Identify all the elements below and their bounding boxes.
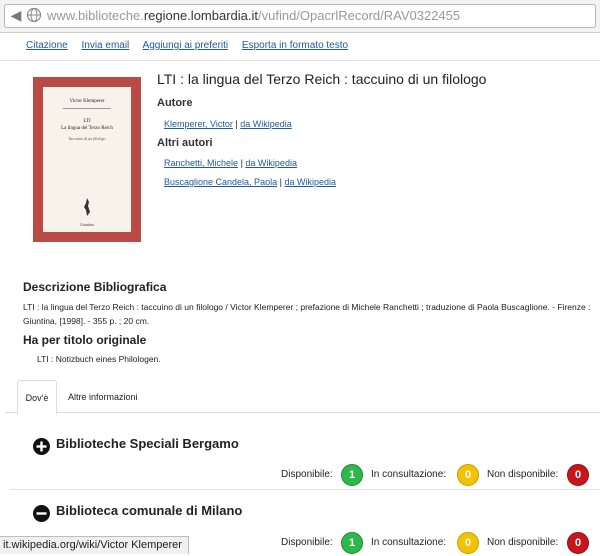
other-author-wikipedia-link[interactable]: da Wikipedia — [284, 177, 336, 187]
unavailable-label: Non disponibile: — [487, 537, 559, 548]
cover-subtitle: Taccuino di un filologo — [68, 136, 106, 141]
address-bar[interactable]: ◀ www.biblioteche.regione.lombardia.it/v… — [4, 4, 596, 28]
availability-row: Disponibile: 1 In consultazione: 0 Non d… — [0, 464, 600, 486]
globe-icon — [26, 7, 42, 23]
add-favorites-link[interactable]: Aggiungi ai preferiti — [143, 40, 229, 51]
consult-count-badge: 0 — [457, 464, 479, 486]
available-label: Disponibile: — [281, 469, 333, 480]
cover-author: Victor Klemperer — [69, 99, 105, 104]
other-author-link[interactable]: Buscaglione Candela, Paola — [164, 177, 277, 187]
consult-label: In consultazione: — [371, 469, 447, 480]
description-heading: Descrizione Bibliografica — [23, 280, 167, 294]
library-name[interactable]: Biblioteche Speciali Bergamo — [56, 436, 239, 451]
author-wikipedia-link[interactable]: da Wikipedia — [240, 119, 292, 129]
tab-where[interactable]: Dov'è — [17, 380, 57, 415]
other-author-entry: Ranchetti, Michele | da Wikipedia — [164, 158, 297, 168]
export-text-link[interactable]: Esporta in formato testo — [242, 40, 348, 51]
available-count-badge: 1 — [341, 532, 363, 554]
unavailable-label: Non disponibile: — [487, 469, 559, 480]
other-author-entry: Buscaglione Candela, Paola | da Wikipedi… — [164, 177, 336, 187]
available-label: Disponibile: — [281, 537, 333, 548]
cite-link[interactable]: Citazione — [26, 40, 68, 51]
cover-title-line1: LTI — [83, 119, 91, 124]
link-status-bar: it.wikipedia.org/wiki/Victor Klemperer — [0, 536, 189, 554]
original-title-heading: Ha per titolo originale — [23, 333, 147, 347]
consult-count-badge: 0 — [457, 532, 479, 554]
divider — [0, 60, 600, 61]
library-name[interactable]: Biblioteca comunale di Milano — [56, 503, 242, 518]
book-cover: Victor Klemperer LTI La lingua del Terzo… — [33, 77, 141, 242]
unavailable-count-badge: 0 — [567, 464, 589, 486]
other-authors-heading: Altri autori — [157, 137, 213, 149]
author-entry: Klemperer, Victor | da Wikipedia — [164, 119, 292, 129]
back-arrow-icon[interactable]: ◀ — [8, 7, 24, 23]
author-link[interactable]: Klemperer, Victor — [164, 119, 233, 129]
unavailable-count-badge: 0 — [567, 532, 589, 554]
available-count-badge: 1 — [341, 464, 363, 486]
description-text: LTI : la lingua del Terzo Reich : taccui… — [23, 302, 591, 326]
record-actions: Citazione Invia email Aggiungi ai prefer… — [26, 40, 359, 51]
other-author-wikipedia-link[interactable]: da Wikipedia — [245, 158, 297, 168]
consult-label: In consultazione: — [371, 537, 447, 548]
tab-other-info[interactable]: Altre informazioni — [68, 392, 138, 402]
cover-publisher: Giuntina — [80, 222, 94, 227]
plus-circle-icon[interactable] — [33, 438, 50, 455]
url-text: www.biblioteche.regione.lombardia.it/vuf… — [47, 8, 461, 23]
browser-toolbar: ◀ www.biblioteche.regione.lombardia.it/v… — [0, 0, 600, 33]
divider — [10, 489, 600, 490]
original-title-text: LTI : Notizbuch eines Philologen. — [37, 354, 161, 364]
other-author-link[interactable]: Ranchetti, Michele — [164, 158, 238, 168]
email-link[interactable]: Invia email — [81, 40, 129, 51]
publisher-logo-icon — [84, 198, 90, 216]
author-heading: Autore — [157, 97, 193, 109]
minus-circle-icon[interactable] — [33, 505, 50, 522]
cover-title-line2: La lingua del Terzo Reich — [61, 126, 113, 131]
tabs-baseline — [5, 412, 600, 413]
record-title: LTI : la lingua del Terzo Reich : taccui… — [157, 71, 487, 87]
